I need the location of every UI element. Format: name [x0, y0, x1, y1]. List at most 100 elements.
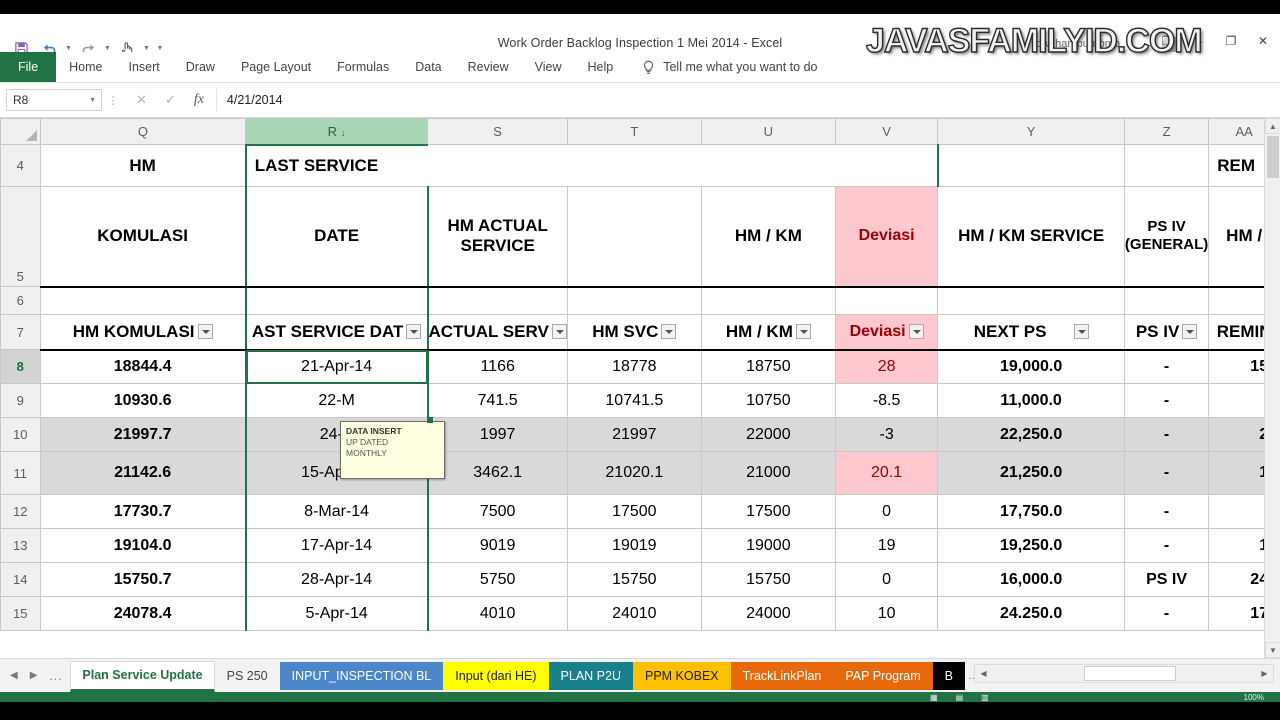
cell-z12[interactable]: - — [1123, 494, 1210, 529]
tab-home[interactable]: Home — [56, 52, 115, 82]
cell-q14[interactable]: 15750.7 — [39, 562, 247, 597]
column-header-v[interactable]: V — [834, 118, 939, 145]
cell-z8[interactable]: - — [1123, 349, 1210, 384]
tab-file[interactable]: File — [0, 52, 57, 82]
cell-v6[interactable] — [834, 286, 939, 315]
cell-s13[interactable]: 9019 — [427, 528, 568, 563]
cell-s12[interactable]: 7500 — [427, 494, 568, 529]
cell-q13[interactable]: 19104.0 — [39, 528, 247, 563]
filter-button-s[interactable] — [551, 324, 567, 340]
cell-v10[interactable]: -3 — [834, 417, 939, 452]
tab-help[interactable]: Help — [575, 52, 627, 82]
cell-u10[interactable]: 22000 — [700, 417, 836, 452]
cell-t8[interactable]: 18778 — [566, 349, 702, 384]
cell-y15[interactable]: 24.250.0 — [937, 596, 1125, 631]
cell-r13[interactable]: 17-Apr-14 — [244, 528, 429, 563]
tab-review[interactable]: Review — [455, 52, 522, 82]
cell-y9[interactable]: 11,000.0 — [937, 383, 1125, 418]
tab-data[interactable]: Data — [402, 52, 454, 82]
cell-s10[interactable]: 1997 — [427, 417, 568, 452]
cell-t15[interactable]: 24010 — [566, 596, 702, 631]
cell-y4[interactable] — [937, 144, 1125, 187]
cell-v14[interactable]: 0 — [834, 562, 939, 597]
cell-u14[interactable]: 15750 — [700, 562, 836, 597]
vertical-scrollbar[interactable]: ▲ ▼ — [1264, 118, 1280, 658]
scroll-down-icon[interactable]: ▼ — [1265, 642, 1280, 658]
tell-me-box[interactable]: Tell me what you want to do — [626, 52, 817, 82]
zoom-level[interactable]: 100% — [1244, 693, 1264, 702]
insert-function-icon[interactable]: fx — [194, 92, 204, 108]
cell-r6[interactable] — [244, 286, 429, 315]
scroll-up-icon[interactable]: ▲ — [1265, 118, 1280, 134]
sheet-tab-input-inspection-bl[interactable]: INPUT_INSPECTION BL — [279, 661, 444, 690]
filter-button-r[interactable] — [406, 324, 422, 340]
cell-q11[interactable]: 21142.6 — [39, 451, 247, 495]
cell-s9[interactable]: 741.5 — [427, 383, 568, 418]
row-header-10[interactable]: 10 — [0, 417, 41, 452]
filter-button-v[interactable] — [908, 324, 924, 340]
page-layout-icon[interactable]: ▤ — [956, 693, 964, 702]
cell-q10[interactable]: 21997.7 — [39, 417, 247, 452]
cell-s6[interactable] — [427, 286, 568, 315]
sheet-tab-plan-service-update[interactable]: Plan Service Update — [70, 660, 215, 692]
cell-t5[interactable] — [566, 186, 702, 288]
cell-u8[interactable]: 18750 — [700, 349, 836, 384]
sheet-tab-input-dari-he[interactable]: Input (dari HE) — [443, 661, 549, 690]
cell-s5[interactable]: HM ACTUAL SERVICE — [427, 186, 568, 288]
tab-page-layout[interactable]: Page Layout — [228, 52, 324, 82]
column-header-t[interactable]: T — [566, 118, 702, 145]
formula-input[interactable]: 4/21/2014 — [215, 89, 1280, 111]
page-break-icon[interactable]: ▥ — [981, 693, 989, 702]
cell-v12[interactable]: 0 — [834, 494, 939, 529]
cell-r14[interactable]: 28-Apr-14 — [244, 562, 429, 597]
column-header-u[interactable]: U — [700, 118, 836, 145]
cell-u12[interactable]: 17500 — [700, 494, 836, 529]
cell-t13[interactable]: 19019 — [566, 528, 702, 563]
next-sheet-icon[interactable]: ▶ — [30, 670, 38, 681]
cell-s11[interactable]: 3462.1 — [427, 451, 568, 495]
cell-y11[interactable]: 21,250.0 — [937, 451, 1125, 495]
column-header-r[interactable]: R ↓ — [245, 118, 429, 146]
scroll-right-icon[interactable]: ▶ — [1256, 669, 1273, 678]
column-header-y[interactable]: Y — [937, 118, 1125, 145]
cell-v15[interactable]: 10 — [834, 596, 939, 631]
select-all-corner[interactable] — [0, 118, 41, 145]
cell-q7[interactable]: HM KOMULASI — [39, 314, 247, 351]
row-header-14[interactable]: 14 — [0, 562, 41, 597]
filter-button-y[interactable] — [1073, 324, 1089, 340]
cell-z5[interactable]: PS IV (GENERAL) — [1123, 186, 1210, 288]
cell-t7[interactable]: HM SVC — [566, 314, 702, 351]
cell-y12[interactable]: 17,750.0 — [937, 494, 1125, 529]
cell-v13[interactable]: 19 — [834, 528, 939, 563]
sheet-tab-pap-program[interactable]: PAP Program — [833, 661, 933, 690]
name-box[interactable]: R8 ▼ — [6, 89, 102, 111]
cell-s15[interactable]: 4010 — [427, 596, 568, 631]
cell-y8[interactable]: 19,000.0 — [937, 349, 1125, 384]
cell-t14[interactable]: 15750 — [566, 562, 702, 597]
cell-q8[interactable]: 18844.4 — [39, 349, 247, 384]
cell-q5[interactable]: KOMULASI — [39, 186, 247, 288]
cell-v9[interactable]: -8.5 — [834, 383, 939, 418]
cell-t10[interactable]: 21997 — [566, 417, 702, 452]
cell-r7[interactable]: AST SERVICE DAT — [244, 314, 429, 351]
row-header-8[interactable]: 8 — [0, 349, 41, 384]
restore-button[interactable]: ❐ — [1222, 34, 1240, 48]
cell-r4-merged[interactable]: LAST SERVICE — [244, 144, 939, 187]
horizontal-scroll-thumb[interactable] — [1084, 666, 1176, 681]
cell-r9[interactable]: 22-M — [244, 383, 429, 418]
cell-r5[interactable]: DATE — [244, 186, 429, 288]
normal-view-icon[interactable]: ▦ — [930, 693, 938, 702]
cell-y5[interactable]: HM / KM SERVICE — [937, 186, 1125, 288]
cell-u11[interactable]: 21000 — [700, 451, 836, 495]
row-header-13[interactable]: 13 — [0, 528, 41, 563]
name-box-dropdown-icon[interactable]: ▼ — [89, 97, 96, 104]
cell-t11[interactable]: 21020.1 — [566, 451, 702, 495]
cell-z9[interactable]: - — [1123, 383, 1210, 418]
filter-button-u[interactable] — [795, 324, 811, 340]
row-header-11[interactable]: 11 — [0, 451, 41, 495]
cell-y10[interactable]: 22,250.0 — [937, 417, 1125, 452]
sheet-tab-ppm-kobex[interactable]: PPM KOBEX — [633, 661, 731, 690]
row-header-6[interactable]: 6 — [0, 286, 41, 315]
vertical-scroll-thumb[interactable] — [1267, 136, 1279, 178]
cell-z4[interactable] — [1123, 144, 1210, 187]
